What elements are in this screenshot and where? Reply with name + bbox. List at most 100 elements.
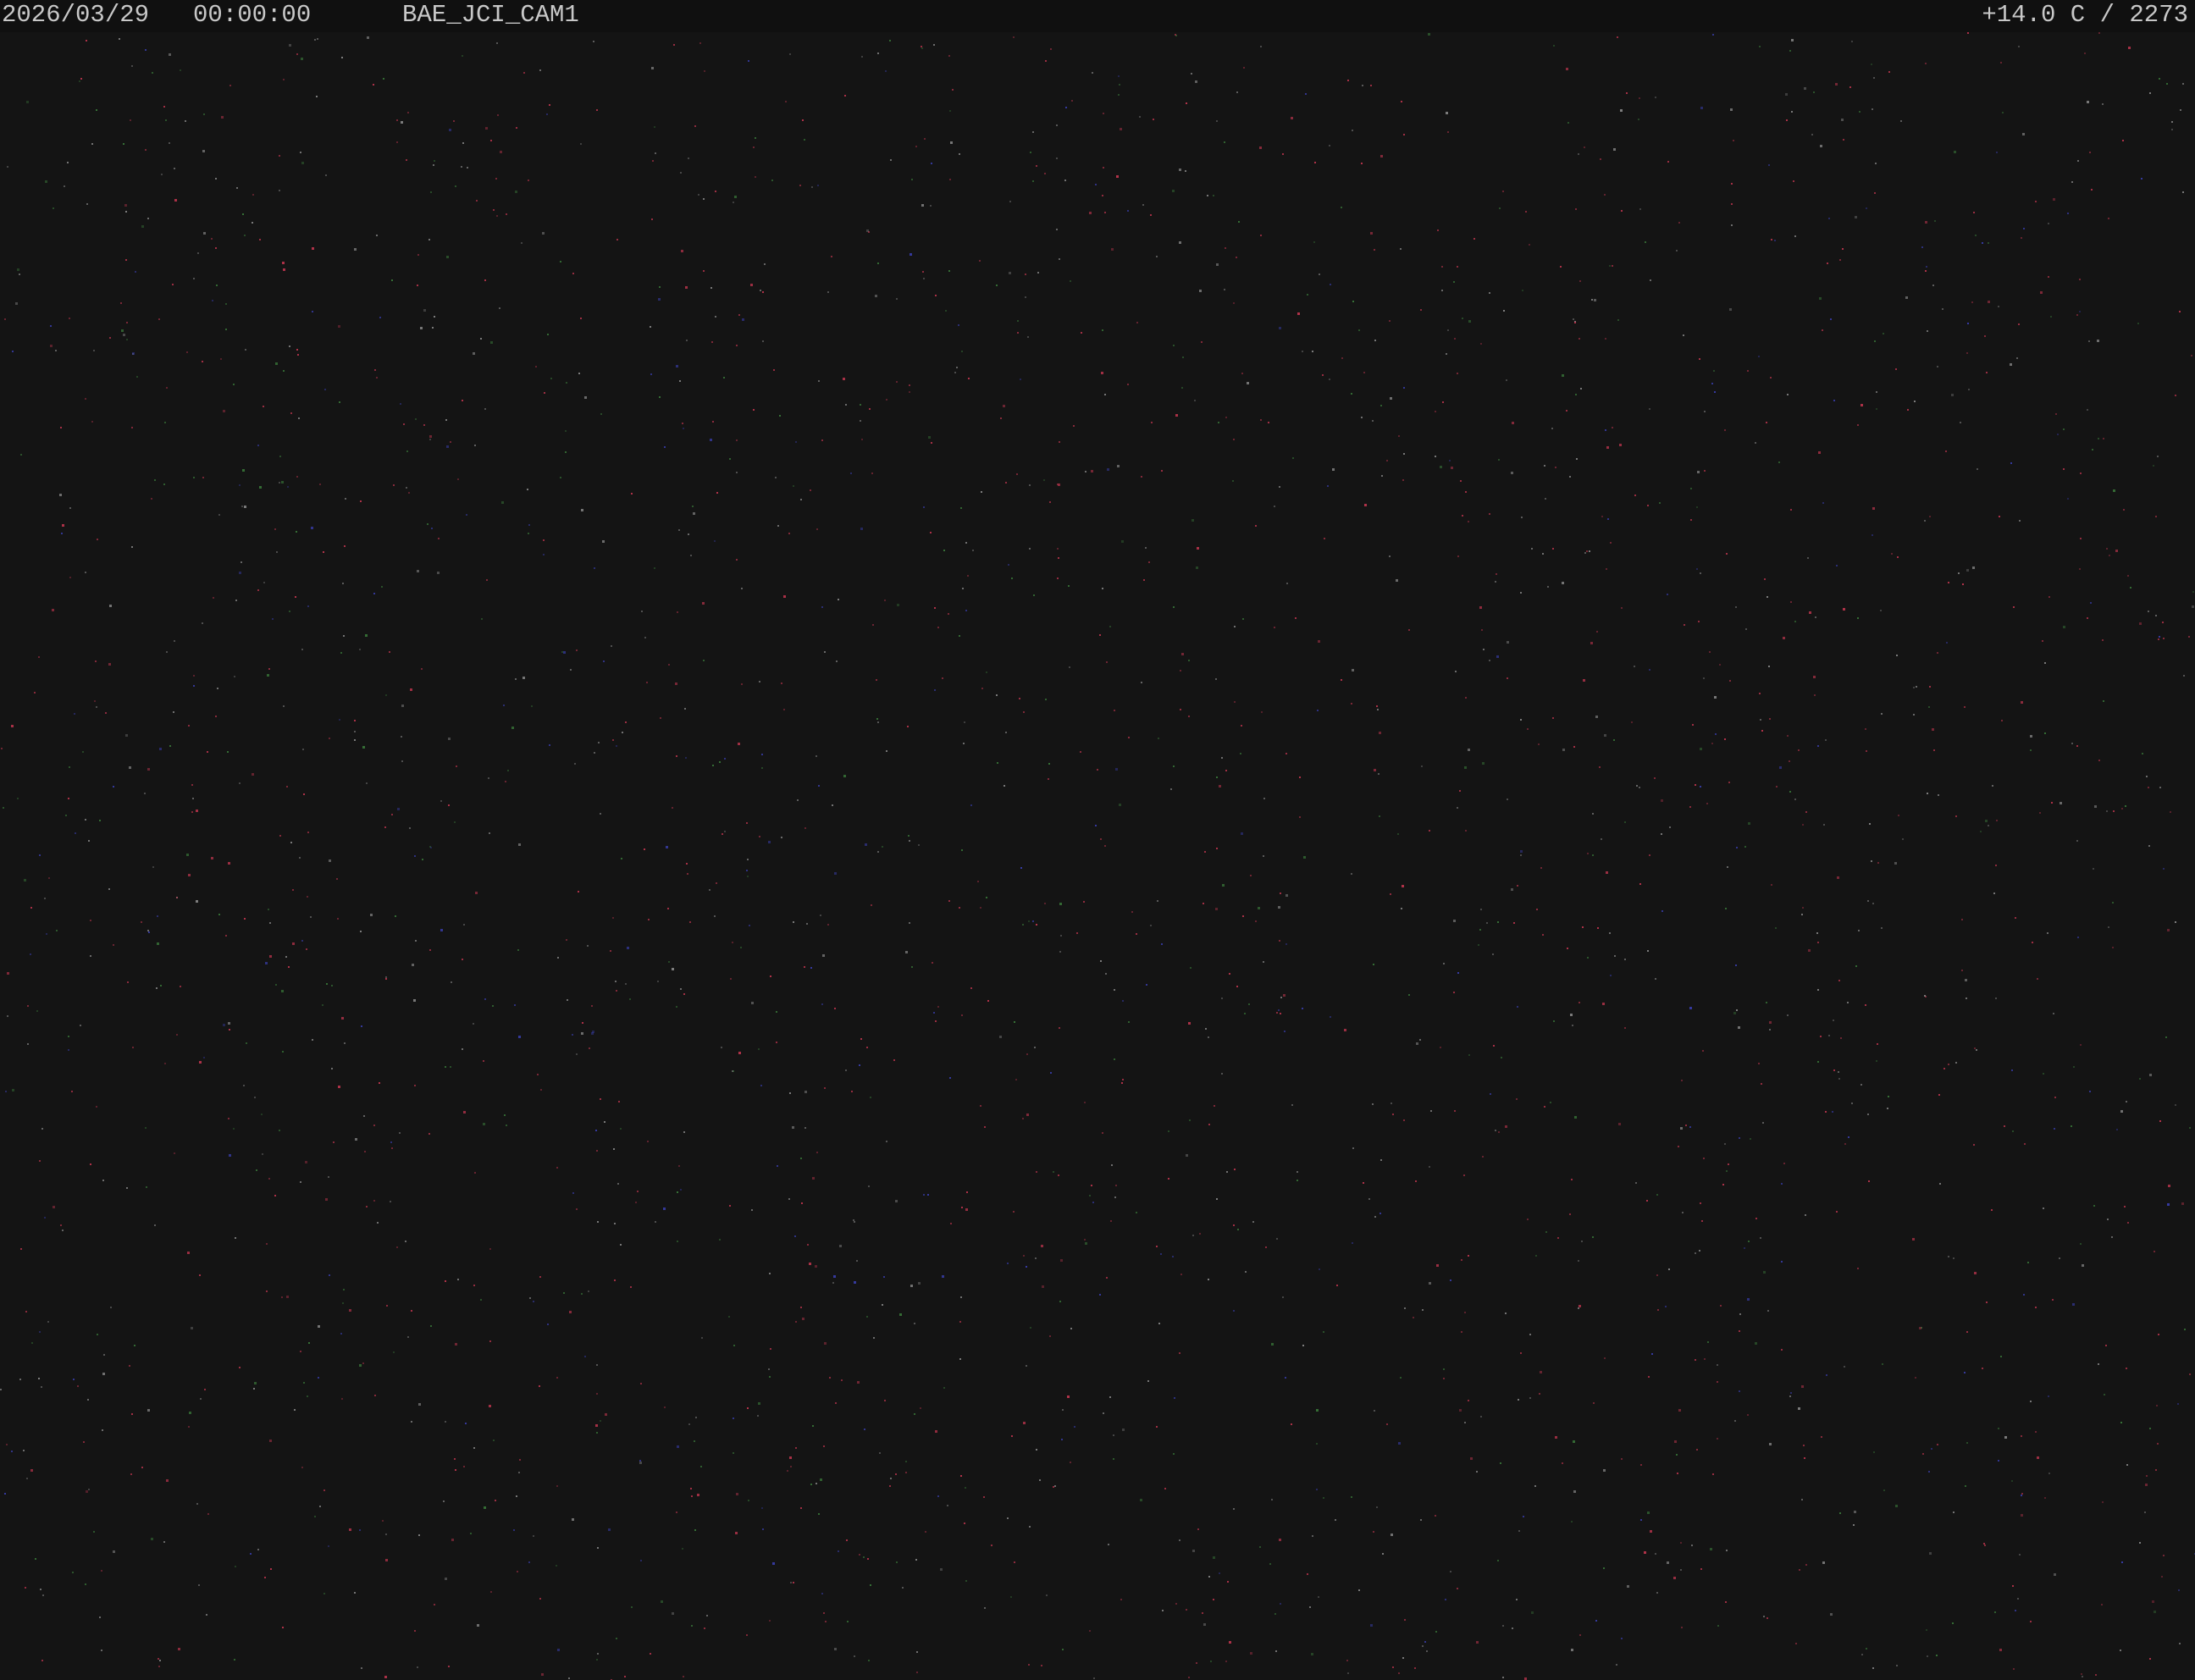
noise-pixel: [948, 613, 949, 615]
noise-pixel: [1180, 670, 1181, 671]
noise-pixel: [156, 987, 158, 989]
noise-pixel: [1730, 108, 1733, 111]
noise-pixel: [1020, 379, 1021, 380]
noise-pixel: [1781, 1183, 1783, 1185]
noise-pixel: [2161, 1576, 2163, 1578]
noise-pixel: [191, 784, 193, 786]
noise-pixel: [289, 44, 291, 47]
noise-pixel: [1962, 583, 1964, 585]
noise-pixel: [1074, 1426, 1075, 1428]
noise-pixel: [1269, 1563, 1271, 1565]
noise-pixel: [15, 302, 18, 305]
noise-pixel: [1121, 540, 1124, 543]
noise-pixel: [1971, 301, 1973, 303]
noise-pixel: [1453, 281, 1455, 283]
noise-pixel: [2159, 636, 2160, 638]
noise-pixel: [1609, 265, 1611, 267]
noise-pixel: [1225, 247, 1226, 249]
noise-pixel: [1341, 357, 1343, 359]
noise-pixel: [689, 921, 691, 923]
noise-pixel: [463, 924, 465, 926]
noise-pixel: [497, 114, 499, 116]
noise-pixel: [909, 840, 910, 842]
noise-pixel: [1594, 299, 1596, 301]
noise-pixel: [193, 685, 195, 687]
noise-pixel: [1122, 1000, 1124, 1002]
noise-pixel: [90, 1163, 91, 1165]
noise-pixel: [1114, 1058, 1115, 1060]
noise-pixel: [759, 681, 760, 682]
noise-pixel: [46, 933, 47, 935]
noise-pixel: [1758, 356, 1760, 357]
noise-pixel: [1607, 518, 1609, 520]
noise-pixel: [768, 841, 771, 843]
noise-pixel: [1830, 1613, 1833, 1616]
noise-pixel: [1902, 838, 1904, 840]
noise-pixel: [595, 1130, 597, 1131]
noise-pixel: [1876, 391, 1877, 393]
noise-pixel: [935, 295, 937, 296]
noise-pixel: [154, 479, 156, 481]
noise-pixel: [1015, 1079, 1017, 1080]
noise-pixel: [1382, 1553, 1384, 1555]
noise-pixel: [1536, 909, 1538, 910]
noise-pixel: [775, 477, 777, 478]
noise-pixel: [1216, 848, 1218, 849]
noise-pixel: [1540, 867, 1542, 869]
noise-pixel: [799, 185, 801, 186]
noise-pixel: [206, 1614, 207, 1616]
noise-pixel: [940, 1568, 943, 1571]
noise-pixel: [382, 1520, 384, 1522]
noise-pixel: [1946, 642, 1948, 644]
noise-pixel: [418, 1403, 421, 1406]
noise-pixel: [390, 1201, 391, 1202]
noise-pixel: [543, 554, 545, 555]
noise-pixel: [593, 41, 594, 42]
noise-pixel: [905, 1461, 907, 1462]
noise-pixel: [1639, 208, 1641, 210]
noise-pixel: [1236, 257, 1237, 258]
noise-pixel: [337, 918, 339, 920]
noise-pixel: [1681, 1080, 1683, 1081]
noise-pixel: [1873, 1451, 1875, 1453]
noise-pixel: [1104, 394, 1106, 395]
noise-pixel: [1996, 820, 1998, 821]
noise-pixel: [430, 1325, 432, 1327]
noise-pixel: [1263, 855, 1264, 857]
noise-pixel: [119, 38, 120, 40]
noise-pixel: [1122, 1429, 1125, 1431]
noise-pixel: [2021, 1435, 2022, 1437]
noise-pixel: [1590, 642, 1593, 644]
noise-pixel: [1192, 1550, 1195, 1552]
noise-pixel: [1203, 903, 1204, 904]
noise-pixel: [1995, 865, 1997, 866]
noise-pixel: [1140, 1499, 1142, 1501]
noise-pixel: [125, 734, 128, 737]
noise-pixel: [1058, 1174, 1059, 1176]
noise-pixel: [1374, 1410, 1375, 1412]
noise-pixel: [1735, 964, 1737, 966]
noise-pixel: [396, 141, 398, 143]
noise-pixel: [733, 1418, 734, 1419]
noise-pixel: [1465, 830, 1467, 832]
noise-pixel: [359, 1364, 362, 1367]
noise-pixel: [1851, 41, 1853, 42]
noise-pixel: [2021, 1493, 2023, 1495]
noise-pixel: [1219, 1572, 1220, 1574]
noise-pixel: [1974, 1272, 1977, 1274]
noise-pixel: [99, 1616, 101, 1618]
noise-pixel: [1731, 183, 1733, 185]
noise-pixel: [367, 36, 369, 39]
noise-pixel: [1197, 547, 1199, 550]
noise-pixel: [131, 546, 133, 548]
noise-pixel: [1455, 671, 1457, 672]
noise-pixel: [529, 1297, 531, 1299]
noise-pixel: [129, 766, 131, 769]
noise-pixel: [515, 678, 517, 680]
noise-pixel: [1489, 660, 1490, 661]
noise-pixel: [56, 930, 58, 931]
noise-pixel: [824, 1087, 826, 1089]
noise-pixel: [339, 719, 340, 721]
noise-pixel: [1414, 1667, 1416, 1669]
noise-pixel: [594, 567, 595, 569]
